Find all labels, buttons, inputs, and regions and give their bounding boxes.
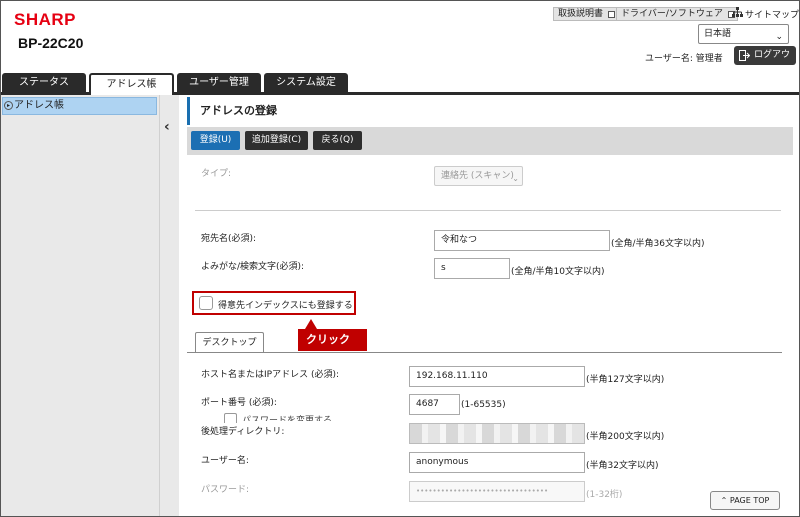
type-select[interactable]: 連絡先 (スキャン) ⌄	[434, 166, 523, 186]
port-label: ポート番号 (必須):	[201, 398, 277, 408]
chevron-down-icon: ⌄	[775, 32, 783, 42]
tab-status[interactable]: ステータス	[2, 73, 86, 95]
external-link-icon	[608, 11, 616, 18]
reading-label: よみがな/検索文字(必須):	[201, 262, 305, 272]
directory-field[interactable]	[409, 423, 585, 444]
chevron-left-icon: ‹	[164, 119, 170, 135]
tab-system-settings[interactable]: システム設定	[264, 73, 348, 95]
callout-pointer	[305, 319, 317, 329]
type-label: タイプ:	[201, 169, 232, 179]
tab-desktop[interactable]: デスクトップ	[195, 332, 264, 353]
frequent-index-option[interactable]: 得意先インデックスにも登録する	[192, 291, 356, 315]
directory-label: 後処理ディレクトリ:	[201, 427, 285, 437]
type-value: 連絡先 (スキャン)	[441, 171, 514, 181]
sitemap-link[interactable]: サイトマップ	[732, 7, 799, 23]
port-field[interactable]: 4687	[409, 394, 460, 415]
username-field[interactable]: anonymous	[409, 452, 585, 473]
chevron-down-icon: ⌄	[512, 174, 519, 183]
language-select[interactable]: 日本語 ⌄	[698, 24, 789, 44]
password-hint: (1-32桁)	[586, 490, 623, 500]
action-bar: 登録(U) 追加登録(C) 戻る(Q)	[187, 127, 793, 155]
sidebar: ▸ アドレス帳	[1, 95, 159, 516]
reading-hint: (全角/半角10文字以内)	[511, 267, 605, 277]
app-window: SHARP BP-22C20 取扱説明書 ドライバー/ソフトウェア サイトマップ…	[0, 0, 800, 517]
change-password-checkbox[interactable]	[224, 413, 237, 423]
name-field[interactable]: 令和なつ	[434, 230, 610, 251]
reading-field[interactable]: s	[434, 258, 510, 279]
password-label: パスワード:	[201, 485, 250, 495]
sidebar-item-label: アドレス帳	[14, 100, 64, 111]
main-tabs: ステータス アドレス帳 ユーザー管理 システム設定	[1, 73, 799, 97]
register-button[interactable]: 登録(U)	[191, 131, 240, 150]
page-top-label: PAGE TOP	[729, 496, 770, 505]
port-hint: (1-65535)	[461, 400, 506, 410]
driver-link-label: ドライバー/ソフトウェア	[621, 9, 723, 19]
sitemap-label: サイトマップ	[745, 10, 800, 21]
password-field[interactable]: ••••••••••••••••••••••••••••••••	[409, 481, 585, 502]
page-top-button[interactable]: ⌃ PAGE TOP	[710, 491, 780, 510]
subtab-divider	[187, 352, 782, 353]
host-field[interactable]: 192.168.11.110	[409, 366, 585, 387]
user-info: ユーザー名: 管理者	[645, 54, 723, 64]
sitemap-icon	[732, 7, 743, 23]
directory-hint: (半角200文字以内)	[586, 432, 665, 442]
chevron-right-icon: ▸	[4, 101, 13, 110]
username-hint: (半角32文字以内)	[586, 461, 659, 471]
back-button[interactable]: 戻る(Q)	[313, 131, 362, 150]
tab-user-management[interactable]: ユーザー管理	[177, 73, 261, 95]
host-label: ホスト名またはIPアドレス (必須):	[201, 370, 339, 380]
language-value: 日本語	[704, 29, 732, 39]
click-callout: クリック	[298, 329, 367, 351]
host-hint: (半角127文字以内)	[586, 375, 665, 385]
logout-button[interactable]: ログアウト	[734, 46, 796, 79]
header: SHARP BP-22C20 取扱説明書 ドライバー/ソフトウェア サイトマップ…	[1, 1, 799, 79]
sidebar-item-address-book[interactable]: ▸ アドレス帳	[2, 97, 157, 115]
sidebar-collapse-toggle[interactable]: ‹	[159, 95, 179, 516]
frequent-index-checkbox[interactable]	[199, 296, 213, 310]
manual-link-label: 取扱説明書	[558, 9, 604, 19]
chevron-up-icon: ⌃	[720, 496, 728, 505]
driver-link[interactable]: ドライバー/ソフトウェア	[616, 7, 738, 21]
logout-icon	[739, 50, 751, 69]
page-title: アドレスの登録	[187, 97, 793, 125]
brand-logo: SHARP	[14, 10, 77, 29]
divider	[195, 210, 781, 211]
model-name: BP-22C20	[18, 35, 84, 51]
tab-address-book[interactable]: アドレス帳	[89, 73, 174, 97]
name-hint: (全角/半角36文字以内)	[611, 239, 705, 249]
main-content: アドレスの登録 登録(U) 追加登録(C) 戻る(Q) タイプ: 連絡先 (スキ…	[187, 97, 793, 516]
name-label: 宛先名(必須):	[201, 234, 257, 244]
manual-link[interactable]: 取扱説明書	[553, 7, 619, 21]
change-password-label: パスワードを変更する	[242, 416, 333, 421]
add-register-button[interactable]: 追加登録(C)	[245, 131, 308, 150]
username-label: ユーザー名:	[201, 456, 249, 466]
frequent-index-label: 得意先インデックスにも登録する	[218, 301, 353, 311]
